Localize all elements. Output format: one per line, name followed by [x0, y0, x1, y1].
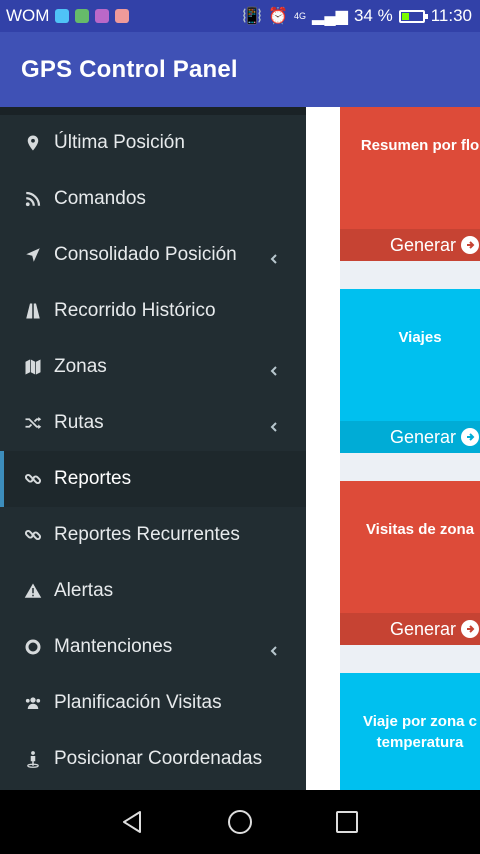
road-icon [22, 300, 44, 322]
chevron-left-icon [268, 249, 280, 264]
battery-icon [398, 9, 428, 23]
main-content: Resumen por flo Generar Viajes Generar V… [306, 107, 480, 790]
report-card-resumen: Resumen por flo Generar [340, 107, 480, 261]
sidebar-item-alertas[interactable]: Alertas [0, 563, 306, 619]
generate-button[interactable]: Generar [340, 613, 480, 645]
arrow-circle-right-icon [461, 428, 480, 446]
home-button[interactable] [226, 808, 254, 836]
card-title-line: Viaje por zona c [363, 713, 477, 730]
sidebar-item-reportes[interactable]: Reportes [0, 451, 306, 507]
arrow-circle-right-icon [461, 620, 480, 638]
location-arrow-icon [22, 244, 44, 266]
random-icon [22, 412, 44, 434]
link-icon [22, 468, 44, 490]
sidebar-item-ultima-posicion[interactable]: Última Posición [0, 115, 306, 171]
app-bar: GPS Control Panel [0, 32, 480, 107]
sidebar-item-mantenciones[interactable]: Mantenciones [0, 619, 306, 675]
sidebar-item-consolidado-posicion[interactable]: Consolidado Posición [0, 227, 306, 283]
report-card-viajes: Viajes Generar [340, 289, 480, 453]
chevron-left-icon [268, 641, 280, 656]
content-gutter [306, 107, 340, 790]
app-notification-icon [95, 9, 110, 23]
back-triangle-icon [123, 811, 141, 833]
sidebar-item-rutas[interactable]: Rutas [0, 395, 306, 451]
sidebar-item-zonas[interactable]: Zonas [0, 339, 306, 395]
map-marker-icon [22, 132, 44, 154]
generate-label: Generar [390, 234, 457, 255]
sidebar-item-label: Posicionar Coordenadas [54, 748, 263, 769]
card-title: Resumen por flo [360, 137, 480, 154]
chevron-left-icon [268, 417, 280, 432]
signal-icon: ▂▄▆ [312, 8, 348, 25]
recents-square-icon [336, 811, 358, 833]
warning-icon [22, 580, 44, 602]
sidebar-item-comandos[interactable]: Comandos [0, 171, 306, 227]
report-card-viaje-zona-temperatura: Viaje por zona c temperatura [340, 673, 480, 790]
app-title: GPS Control Panel [21, 55, 238, 83]
gmail-notification-icon [115, 9, 130, 23]
clock: 11:30 [430, 6, 472, 25]
sidebar-item-label: Consolidado Posición [54, 244, 237, 265]
network-type: 4G [294, 11, 307, 21]
street-view-icon [22, 748, 44, 770]
recents-button[interactable] [333, 808, 361, 836]
sidebar-item-label: Última Posición [54, 132, 185, 153]
sidebar-item-label: Mantenciones [54, 636, 173, 657]
map-icon [22, 356, 44, 378]
back-button[interactable] [118, 808, 146, 836]
sidebar: Última Posición Comandos Consolidado Posic… [0, 107, 306, 790]
generate-button[interactable]: Generar [340, 421, 480, 453]
card-title: Viaje por zona c temperatura [340, 711, 480, 753]
sidebar-item-label: Planificación Visitas [54, 692, 222, 713]
card-title: Viajes [398, 329, 442, 346]
arrow-circle-right-icon [461, 236, 480, 254]
card-title: Visitas de zona [365, 521, 475, 538]
sidebar-item-label: Alertas [54, 580, 114, 601]
link-icon [22, 524, 44, 546]
sidebar-item-label: Reportes Recurrentes [54, 524, 240, 545]
gallery-notification-icon [55, 9, 70, 23]
play-store-notification-icon [75, 9, 90, 23]
sidebar-item-reportes-recurrentes[interactable]: Reportes Recurrentes [0, 507, 306, 563]
sidebar-item-label: Rutas [54, 412, 104, 433]
life-ring-icon [22, 636, 44, 658]
home-circle-icon [228, 810, 252, 834]
status-bar: WOM 📳 ⏰ 4G ▂▄▆ 34 % 11:30 [0, 0, 480, 32]
generate-label: Generar [390, 426, 457, 447]
sidebar-top-strip [0, 107, 306, 115]
battery-percent: 34 % [353, 6, 393, 25]
sidebar-item-planificacion-visitas[interactable]: Planificación Visitas [0, 675, 306, 731]
generate-button[interactable]: Generar [340, 229, 480, 261]
sidebar-item-label: Recorrido Histórico [54, 300, 216, 321]
sidebar-item-recorrido-historico[interactable]: Recorrido Histórico [0, 283, 306, 339]
vibrate-icon: 📳 [242, 8, 263, 25]
alarm-icon: ⏰ [268, 8, 288, 25]
rss-icon [22, 188, 44, 210]
card-title-line: temperatura [376, 734, 464, 751]
sidebar-item-label: Comandos [54, 188, 146, 209]
carrier-name: WOM [6, 6, 50, 25]
generate-label: Generar [390, 618, 457, 639]
sidebar-item-posicionar-coordenadas[interactable]: Posicionar Coordenadas [0, 731, 306, 787]
report-card-visitas-zona: Visitas de zona Generar [340, 481, 480, 645]
sidebar-item-label: Reportes [54, 468, 132, 489]
system-nav-bar [0, 790, 480, 854]
sidebar-menu: Última Posición Comandos Consolidado Posic… [0, 115, 306, 787]
chevron-left-icon [268, 361, 280, 376]
sidebar-item-label: Zonas [54, 356, 107, 377]
users-icon [22, 692, 44, 714]
